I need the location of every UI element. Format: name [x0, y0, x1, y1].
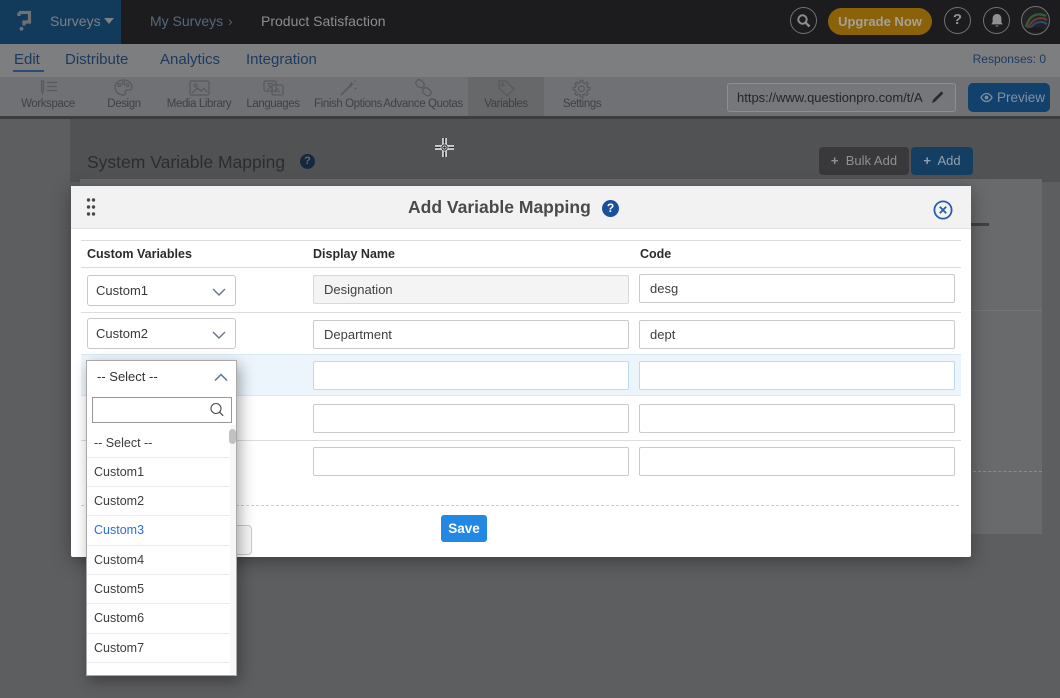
svg-text:A: A [275, 86, 280, 95]
